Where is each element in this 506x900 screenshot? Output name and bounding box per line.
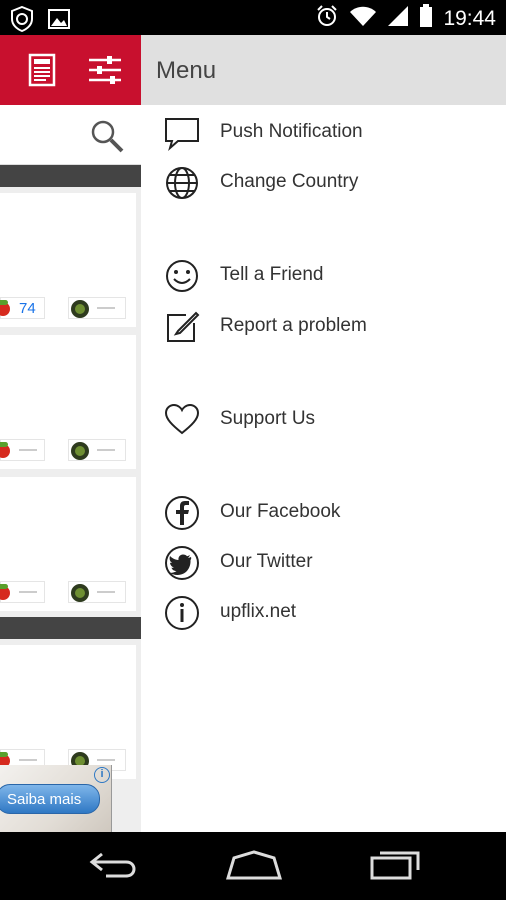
content-card[interactable] [0, 477, 136, 611]
rating-icon [71, 442, 89, 460]
menu-item-change-country[interactable]: Change Country [141, 157, 506, 207]
rating-row [0, 581, 136, 603]
menu-item-upflix-net[interactable]: upflix.net [141, 587, 506, 637]
menu-item-label: Push Notification [220, 121, 363, 142]
rating-icon [71, 584, 89, 602]
speech-bubble-icon [164, 115, 200, 151]
ad-cta-button[interactable]: Saiba mais [0, 784, 100, 814]
menu-item-label: Report a problem [220, 315, 367, 336]
image-icon [48, 9, 70, 34]
tomato-score: 74 [19, 300, 36, 317]
section-divider [0, 165, 141, 187]
content-card[interactable]: 74 [0, 193, 136, 327]
facebook-icon [164, 495, 200, 531]
sliders-icon[interactable] [88, 53, 122, 92]
battery-icon [419, 4, 433, 33]
menu-item-label: Support Us [220, 408, 316, 429]
menu-item-our-facebook[interactable]: Our Facebook [141, 487, 506, 537]
drawer-header: Menu [141, 35, 506, 105]
twitter-icon [164, 545, 200, 581]
menu-item-label: Our Facebook [220, 501, 341, 522]
rating-row [0, 439, 136, 461]
menu-item-label: Tell a Friend [220, 264, 324, 285]
rating-icon [71, 300, 89, 318]
edit-icon [164, 309, 200, 345]
app-toolbar [0, 35, 141, 105]
content-card[interactable] [0, 645, 136, 779]
background-app: 74 i Saiba mais [0, 35, 141, 832]
menu-item-report-a-problem[interactable]: Report a problem [141, 301, 506, 351]
wifi-icon [349, 5, 377, 32]
status-time: 19:44 [443, 6, 496, 30]
info-icon [164, 595, 200, 631]
rating-row: 74 [0, 297, 136, 319]
shield-icon [10, 5, 34, 37]
search-icon[interactable] [90, 119, 124, 158]
menu-item-support-us[interactable]: Support Us [141, 394, 506, 444]
heart-icon [164, 402, 200, 438]
search-bar[interactable] [0, 105, 141, 165]
status-right-icons: 19:44 [315, 4, 496, 33]
system-nav-bar [0, 832, 506, 900]
smiley-icon [164, 258, 200, 294]
globe-icon [164, 165, 200, 201]
menu-item-label: Our Twitter [220, 551, 313, 572]
navigation-drawer: Menu Push Notification Change Country Te… [141, 35, 506, 832]
rt-rating [68, 581, 126, 603]
menu-item-push-notification[interactable]: Push Notification [141, 107, 506, 157]
menu-item-label: Change Country [220, 171, 359, 192]
menu-item-label: upflix.net [220, 601, 297, 622]
tomato-rating [0, 581, 45, 603]
tomato-rating: 74 [0, 297, 45, 319]
rt-rating [68, 297, 126, 319]
rt-rating [68, 439, 126, 461]
section-divider [0, 617, 141, 639]
menu-item-our-twitter[interactable]: Our Twitter [141, 537, 506, 587]
status-left-icons [10, 5, 70, 37]
tomato-rating [0, 439, 45, 461]
ad-info-icon[interactable]: i [94, 767, 110, 783]
home-icon[interactable] [225, 850, 283, 885]
drawer-title: Menu [156, 57, 217, 84]
content-card[interactable] [0, 335, 136, 469]
recents-icon[interactable] [370, 850, 420, 885]
alarm-icon [315, 4, 339, 33]
menu-item-tell-a-friend[interactable]: Tell a Friend [141, 250, 506, 300]
news-icon[interactable] [28, 53, 56, 92]
back-icon[interactable] [88, 850, 138, 885]
status-bar: 19:44 [0, 0, 506, 35]
signal-icon [387, 5, 409, 32]
ad-banner[interactable]: i Saiba mais [0, 765, 112, 832]
